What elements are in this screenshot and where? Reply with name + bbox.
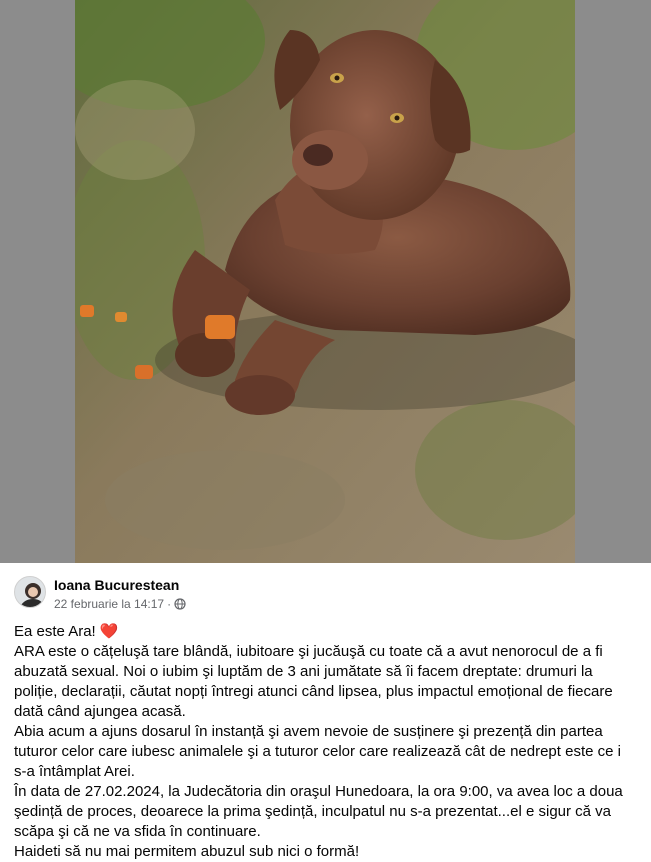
post-paragraph: ARA este o cățeluşă tare blândă, iubitoa… xyxy=(14,643,613,720)
post-text: Ea este Ara! ❤️ ARA este o cățeluşă tare… xyxy=(14,622,634,862)
post-meta: 22 februarie la 14:17 · xyxy=(54,597,186,611)
post-paragraph-text: Ea este Ara! xyxy=(14,623,96,640)
post-photo[interactable] xyxy=(75,0,575,563)
avatar-image xyxy=(15,577,45,607)
post-paragraph: Ea este Ara! ❤️ xyxy=(14,622,634,642)
meta-separator: · xyxy=(167,597,172,611)
post-paragraph: În data de 27.02.2024, la Judecătoria di… xyxy=(14,783,623,840)
globe-icon[interactable] xyxy=(174,598,186,610)
dog-photo-image xyxy=(75,0,575,563)
post-timestamp[interactable]: 22 februarie la 14:17 xyxy=(54,597,164,611)
heart-emoji: ❤️ xyxy=(99,623,119,640)
author-name[interactable]: Ioana Bucurestean xyxy=(54,577,179,593)
photo-backdrop xyxy=(0,0,651,563)
post-paragraph: Abia acum a ajuns dosarul în instanță şi… xyxy=(14,723,621,780)
post-header: Ioana Bucurestean 22 februarie la 14:17 … xyxy=(14,576,634,616)
post-paragraph: Haideti să nu mai permitem abuzul sub ni… xyxy=(14,843,360,860)
avatar[interactable] xyxy=(14,576,46,608)
